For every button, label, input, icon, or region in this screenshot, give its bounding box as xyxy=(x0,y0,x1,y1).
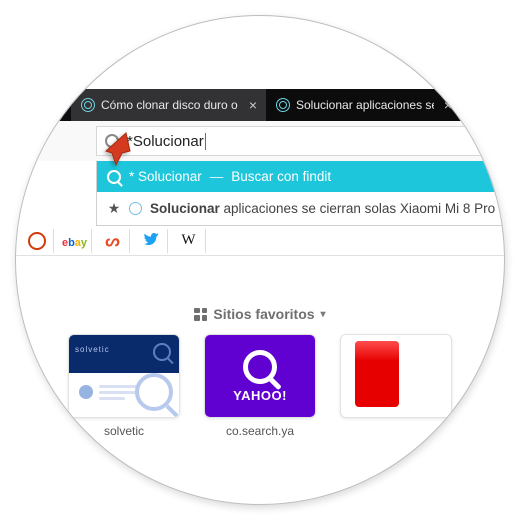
tile-3[interactable] xyxy=(340,334,452,438)
suggestion-text: Solucionar aplicaciones se cierran solas… xyxy=(150,201,505,216)
tab-1[interactable]: Cómo clonar disco duro o × xyxy=(71,89,266,121)
top-sites-label: Sitios favoritos xyxy=(213,306,314,322)
bookmark-star-icon: ★ xyxy=(107,200,121,217)
search-icon xyxy=(107,170,121,184)
tile-thumb: solvetic xyxy=(68,334,180,418)
url-bar[interactable]: * Solucionar xyxy=(96,126,500,156)
site-icon xyxy=(28,232,46,250)
tab-strip: Cómo clonar disco duro o × Solucionar ap… xyxy=(16,89,504,121)
tile-yahoo[interactable]: YAHOO! co.search.ya xyxy=(204,334,316,438)
new-tab-content: Sitios favoritos ▾ solvetic solvetic YAH… xyxy=(16,306,504,438)
tile-solvetic[interactable]: solvetic solvetic xyxy=(68,334,180,438)
new-tab-button[interactable]: + xyxy=(461,89,489,121)
bookmark-item-wikipedia[interactable]: W xyxy=(172,229,206,253)
tab-title: Cómo clonar disco duro o xyxy=(101,98,239,112)
twitter-icon xyxy=(143,231,159,250)
bookmark-item[interactable] xyxy=(20,229,54,253)
globe-icon xyxy=(276,98,290,112)
text-caret xyxy=(205,133,206,150)
suggestion-history[interactable]: ★ Solucionar aplicaciones se cierran sol… xyxy=(97,192,503,225)
tile-thumb: YAHOO! xyxy=(204,334,316,418)
top-sites-header[interactable]: Sitios favoritos ▾ xyxy=(194,306,325,322)
wikipedia-icon: W xyxy=(181,232,195,249)
search-icon xyxy=(243,350,277,384)
tab-2[interactable]: Solucionar aplicaciones se × xyxy=(266,89,461,121)
search-icon xyxy=(135,373,173,411)
annotation-arrow-icon xyxy=(96,129,136,169)
bookmark-item[interactable]: ᔕ xyxy=(96,229,130,253)
globe-icon xyxy=(129,202,142,215)
tile-label: solvetic xyxy=(104,424,144,438)
top-sites-tiles: solvetic solvetic YAHOO! co.search.ya xyxy=(68,334,452,438)
bookmark-item-twitter[interactable] xyxy=(134,229,168,253)
chevron-down-icon: ▾ xyxy=(321,309,326,320)
url-bar-row: * Solucionar xyxy=(16,121,504,161)
tab-title: Solucionar aplicaciones se xyxy=(296,98,434,112)
suggestion-separator: — xyxy=(210,169,224,184)
suggestion-hint: Buscar con findit xyxy=(231,169,331,184)
search-icon xyxy=(153,343,171,361)
url-suggestions: * Solucionar — Buscar con findit ★ Soluc… xyxy=(96,161,504,226)
suggestion-search[interactable]: * Solucionar — Buscar con findit xyxy=(97,161,503,192)
tile-label: co.search.ya xyxy=(226,424,294,438)
grid-icon xyxy=(194,308,207,321)
close-icon[interactable]: × xyxy=(245,97,261,113)
bookmarks-toolbar: ebay ᔕ W xyxy=(16,226,504,256)
suggestion-text: * Solucionar xyxy=(129,169,202,184)
close-icon[interactable]: × xyxy=(440,97,456,113)
globe-icon xyxy=(81,98,95,112)
stumble-icon: ᔕ xyxy=(105,231,119,251)
bookmark-item-ebay[interactable]: ebay xyxy=(58,229,92,253)
url-bar-text: * Solucionar xyxy=(127,133,206,150)
tile-thumb xyxy=(340,334,452,418)
ebay-icon: ebay xyxy=(62,233,87,249)
